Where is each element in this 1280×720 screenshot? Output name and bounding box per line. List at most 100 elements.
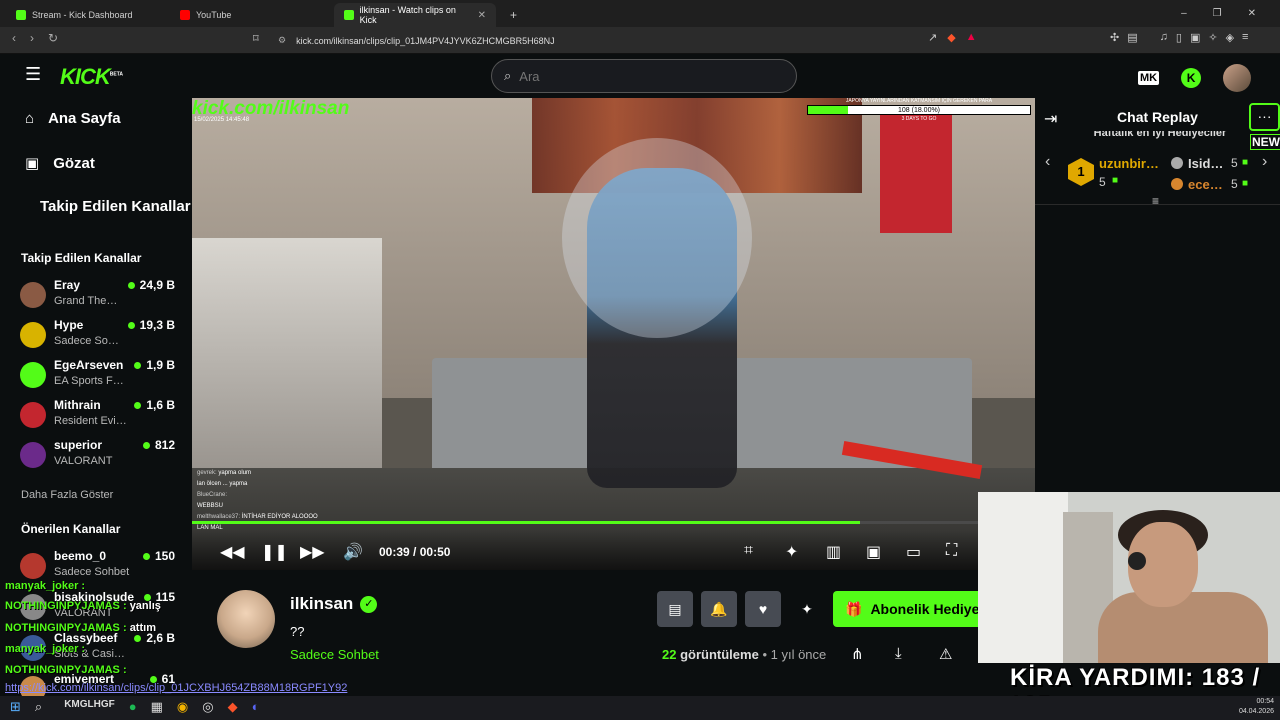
volume-icon[interactable]: 🔊 <box>343 542 363 562</box>
gifter-name[interactable]: Isid… <box>1188 156 1223 171</box>
channel-avatar[interactable] <box>217 590 275 648</box>
video-player[interactable]: kick.com/ilkinsan 15/02/2025 14:45:48 JA… <box>192 98 1035 570</box>
maximize-button[interactable]: ❐ <box>1213 8 1222 19</box>
search-input[interactable] <box>519 68 760 84</box>
chrome-icon[interactable]: ◉ <box>177 699 188 715</box>
goal-subtext: 3 DAYS TO GO <box>901 116 937 122</box>
chat-filter-icon[interactable]: ≡ <box>1152 194 1159 208</box>
windows-start-icon[interactable]: ⊞ <box>10 699 21 715</box>
calculator-icon[interactable]: ▦ <box>151 699 163 715</box>
back-arrow-icon[interactable]: ‹ <box>12 31 16 45</box>
pip-icon[interactable]: ▣ <box>866 542 881 562</box>
overlay-chat-user: gevrek: <box>197 470 217 476</box>
vpn-icon[interactable]: ◈ <box>1226 31 1234 44</box>
nav-browse[interactable]: ▣ Gözat <box>25 154 95 173</box>
discord-icon[interactable]: ◐ <box>252 699 260 715</box>
share-icon[interactable]: ↗ <box>928 31 937 44</box>
tab-title: Stream - Kick Dashboard <box>32 10 133 20</box>
followed-section-title: Takip Edilen Kanallar <box>21 251 142 265</box>
channel-avatar <box>20 282 46 308</box>
gifters-header: Haftalık en İyi Hediyeciler <box>1093 131 1227 139</box>
chat-more-button[interactable]: ··· <box>1249 103 1280 131</box>
channel-category[interactable]: Sadece Sohbet <box>290 647 379 662</box>
overlay-link: https://kick.com/ilkinsan/clips/clip_01J… <box>5 682 348 694</box>
minimize-button[interactable]: – <box>1181 8 1187 19</box>
fullscreen-icon[interactable]: ⛶ <box>946 542 957 560</box>
site-info-icon[interactable]: ⚙ <box>278 35 286 46</box>
logo-text: KICK <box>60 64 111 89</box>
channel-row[interactable]: Eray Grand The… 24,9 B <box>20 278 180 316</box>
rewind-icon[interactable]: ◀◀ <box>220 542 245 562</box>
brave-shield-icon[interactable]: ◆ <box>947 31 955 44</box>
gift-subscription-button[interactable]: 🎁 Abonelik Hediye <box>833 591 983 627</box>
tab-kick-dashboard[interactable]: Stream - Kick Dashboard <box>6 3 166 27</box>
sparkle-icon[interactable]: ✦ <box>785 542 798 562</box>
stats-icon[interactable]: ▥ <box>826 542 841 562</box>
mk-badge-icon[interactable]: MK <box>1138 71 1160 85</box>
tab-ilkinsan-clips[interactable]: ilkinsan - Watch clips on Kick ✕ <box>334 3 496 27</box>
channel-category: VALORANT <box>54 455 113 467</box>
channel-category: Sadece Sohbet <box>54 566 130 578</box>
user-avatar[interactable] <box>1223 64 1252 92</box>
share-icon[interactable]: ⋔ <box>851 645 864 663</box>
reading-list-icon[interactable]: ▤ <box>1127 31 1137 44</box>
nav-following[interactable]: Takip Edilen Kanallar <box>40 198 191 215</box>
seek-bar[interactable] <box>192 521 978 524</box>
viewer-count: 19,3 B <box>127 318 175 332</box>
gifter-name[interactable]: ece… <box>1188 177 1223 192</box>
kick-logo[interactable]: KICKBETA <box>60 64 123 90</box>
clips-button[interactable]: ▤ <box>657 591 693 627</box>
reload-icon[interactable]: ↻ <box>48 31 58 45</box>
spotify-icon[interactable]: ● <box>129 699 137 715</box>
leo-icon[interactable]: ✧ <box>1208 31 1217 44</box>
download-icon[interactable]: ⤓ <box>895 645 902 662</box>
search-bar[interactable]: ⌕ <box>491 59 797 93</box>
channel-row[interactable]: Mithrain Resident Evi… 1,6 B <box>20 398 180 436</box>
brave-icon[interactable]: ◆ <box>228 699 238 715</box>
nav-home[interactable]: ⌂ Ana Sayfa <box>25 110 121 127</box>
channel-row[interactable]: EgeArseven EA Sports F… 1,9 B <box>20 358 180 396</box>
clip-icon[interactable]: ⌗ <box>744 542 753 560</box>
theater-icon[interactable]: ▭ <box>906 542 921 562</box>
channel-name[interactable]: ilkinsan <box>290 594 353 614</box>
channel-row[interactable]: superior VALORANT 812 <box>20 438 180 476</box>
follow-button[interactable]: ♥ <box>745 591 781 627</box>
prev-arrow-icon[interactable]: ‹ <box>1045 153 1050 171</box>
kick-coin-icon[interactable]: K <box>1181 68 1202 88</box>
new-tab-button[interactable]: + <box>500 3 527 27</box>
menu-icon[interactable]: ≡ <box>1242 31 1248 44</box>
extensions-icon[interactable]: ✣ <box>1110 31 1119 44</box>
music-icon[interactable]: ♫ <box>1160 31 1168 44</box>
close-window-button[interactable]: ✕ <box>1248 8 1256 19</box>
pause-icon[interactable]: ❚❚ <box>261 542 288 562</box>
hamburger-menu-icon[interactable]: ☰ <box>25 64 41 85</box>
system-clock: 00:54 04.04.2026 <box>1239 697 1274 717</box>
sidebar-icon[interactable]: ▯ <box>1176 31 1182 44</box>
close-tab-icon[interactable]: ✕ <box>478 10 486 21</box>
channel-row[interactable]: Hype Sadece So… 19,3 B <box>20 318 180 356</box>
viewer-count-value: 812 <box>154 438 175 452</box>
nav-home-label: Ana Sayfa <box>48 110 121 127</box>
bookmark-icon[interactable]: ⌑ <box>253 32 259 45</box>
next-arrow-icon[interactable]: › <box>1262 153 1267 171</box>
clock-date: 04.04.2026 <box>1238 708 1274 715</box>
tab-youtube[interactable]: YouTube <box>170 3 330 27</box>
live-dot-icon <box>142 441 150 449</box>
address-bar[interactable]: ⚙ kick.com/ilkinsan/clips/clip_01JM4PV4J… <box>268 30 993 51</box>
wallet-icon[interactable]: ▣ <box>1190 31 1200 44</box>
search-icon[interactable]: ⌕ <box>35 699 42 715</box>
fast-forward-icon[interactable]: ▶▶ <box>300 542 325 562</box>
channel-category: Grand The… <box>54 295 118 307</box>
show-more-link[interactable]: Daha Fazla Göster <box>21 489 113 501</box>
obs-icon[interactable]: ◎ <box>202 699 213 715</box>
address-bar-actions: ↗ ◆ ▲ <box>928 31 977 44</box>
viewer-count: 150 <box>142 549 175 563</box>
brave-rewards-icon[interactable]: ▲ <box>966 31 977 44</box>
sparkle-button[interactable]: ✦ <box>789 591 825 627</box>
stream-chat-user: NOTHINGINPYJAMAS : <box>5 664 127 676</box>
forward-arrow-icon[interactable]: › <box>30 31 34 45</box>
gifter-name[interactable]: uzunbir… <box>1099 156 1159 171</box>
notification-button[interactable]: 🔔 <box>701 591 737 627</box>
report-icon[interactable]: ⚠ <box>939 645 952 663</box>
channel-name-row: ilkinsan ✓ <box>290 594 378 614</box>
